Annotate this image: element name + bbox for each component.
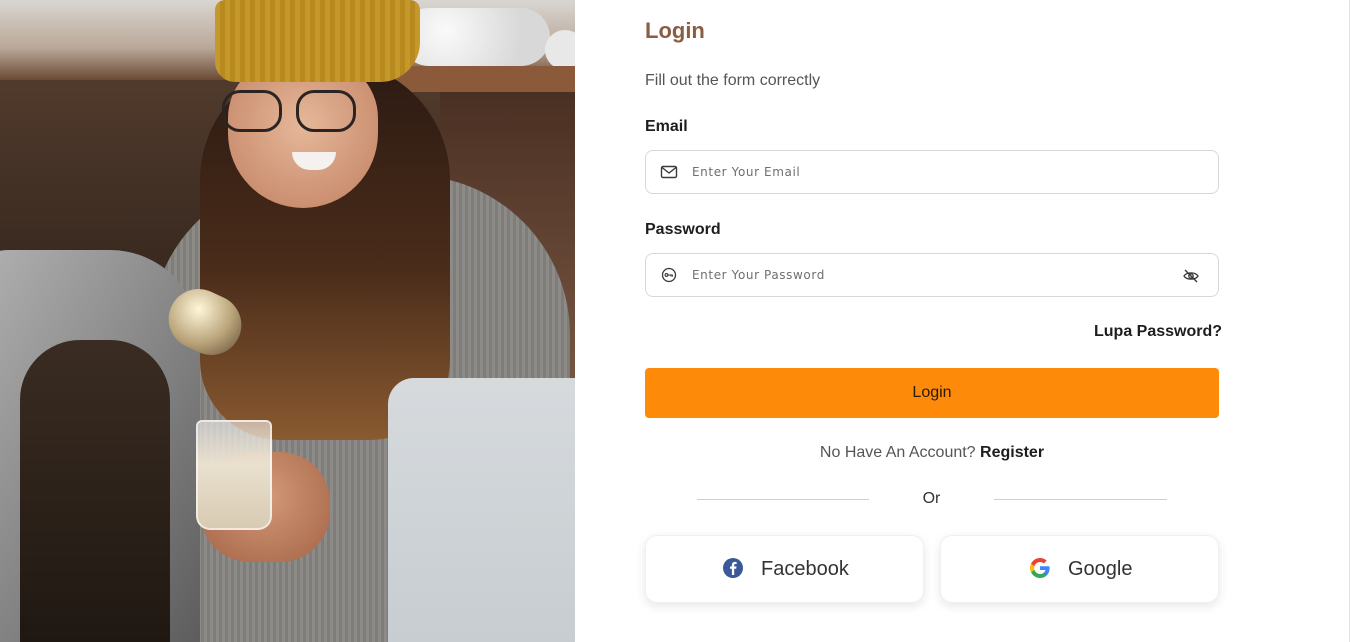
login-button[interactable]: Login — [645, 368, 1219, 418]
hero-shelf-board — [380, 66, 575, 92]
or-separator: Or — [922, 490, 941, 507]
page-subtitle: Fill out the form correctly — [645, 72, 821, 89]
register-prompt: No Have An Account? Register — [645, 444, 1219, 462]
page-title: Login — [645, 18, 705, 43]
divider-left — [697, 499, 869, 500]
password-label: Password — [645, 221, 721, 238]
panel-edge — [1349, 0, 1350, 642]
register-link[interactable]: Register — [980, 444, 1044, 461]
hero-machine-inner — [20, 340, 170, 642]
no-account-text: No Have An Account? — [819, 444, 976, 461]
hero-photo — [0, 0, 575, 642]
hero-glass-cup — [196, 420, 272, 530]
key-icon — [661, 267, 677, 283]
google-login-button[interactable]: Google — [940, 535, 1219, 603]
mail-icon — [660, 165, 678, 179]
google-icon — [1030, 558, 1050, 578]
email-label: Email — [645, 118, 688, 135]
email-field[interactable] — [645, 150, 1219, 194]
divider-right — [994, 499, 1167, 500]
email-input[interactable] — [692, 159, 1172, 185]
facebook-login-button[interactable]: Facebook — [645, 535, 924, 603]
hero-beanie — [215, 0, 420, 82]
hero-glasses — [222, 90, 362, 134]
google-label: Google — [1068, 558, 1133, 580]
password-field[interactable] — [645, 253, 1219, 297]
forgot-password-link[interactable]: Lupa Password? — [1094, 323, 1222, 341]
hero-foreground-screen — [388, 378, 575, 642]
hero-cups — [400, 8, 550, 66]
password-input[interactable] — [692, 262, 1172, 288]
eye-off-icon[interactable] — [1182, 267, 1200, 285]
facebook-label: Facebook — [761, 558, 849, 580]
facebook-icon — [723, 558, 743, 578]
